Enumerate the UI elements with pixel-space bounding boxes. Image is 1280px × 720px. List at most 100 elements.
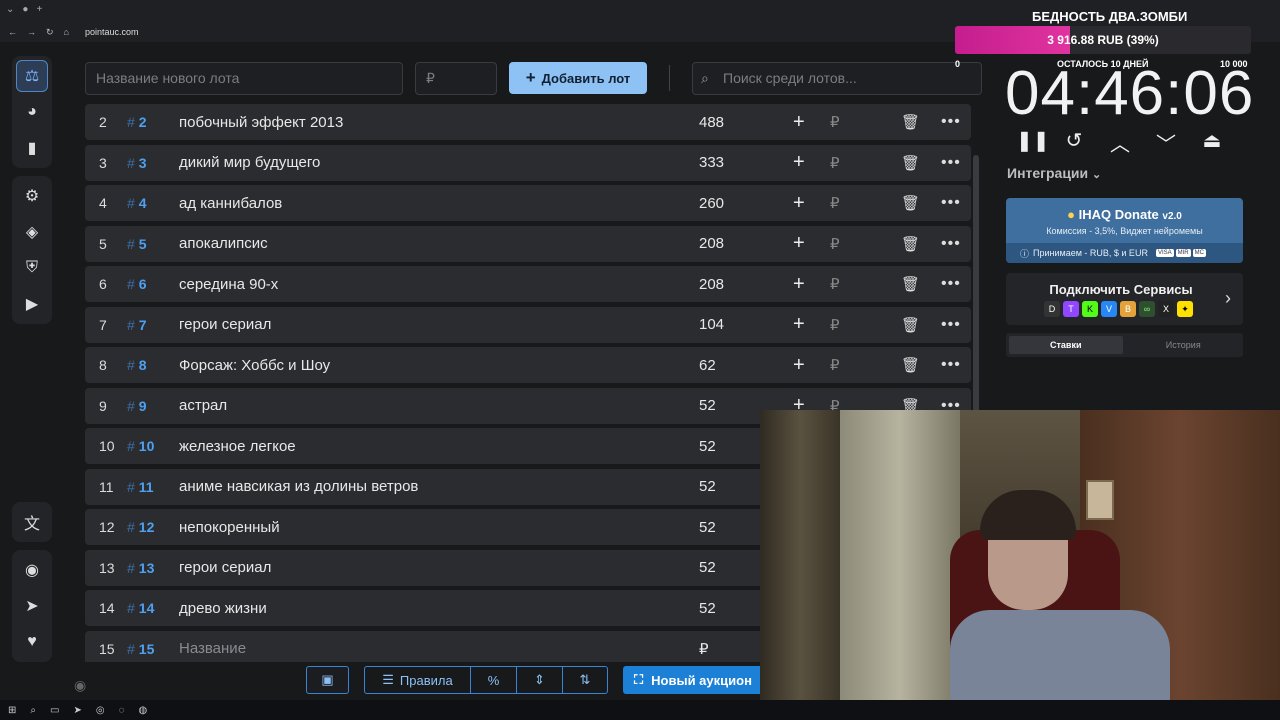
lot-name[interactable]: середина 90-х (179, 276, 278, 293)
settings-gear-icon[interactable]: ⚙ (16, 180, 48, 212)
delete-icon[interactable]: 🗑 (901, 235, 920, 253)
lot-name[interactable]: железное легкое (179, 438, 296, 455)
lot-name[interactable]: герои сериал (179, 316, 271, 333)
auction-hammer-icon[interactable]: ⚖ (16, 60, 48, 92)
connect-services-card[interactable]: Подключить Сервисы D T K V B ∞ X ✦ › (1006, 273, 1243, 325)
more-options-icon[interactable]: ••• (941, 194, 961, 212)
new-lot-price-input[interactable] (415, 61, 497, 95)
lot-tag[interactable]: #9 (127, 398, 147, 414)
tab-bets[interactable]: Ставки (1009, 336, 1123, 354)
lot-row[interactable]: 8 #8 Форсаж: Хоббс и Шоу 62 + ₽ 🗑 ••• (85, 347, 971, 383)
lot-row[interactable]: 7 #7 герои сериал 104 + ₽ 🗑 ••• (85, 306, 971, 343)
lot-name[interactable]: Название (179, 640, 246, 657)
url-text[interactable]: pointauc.com (85, 27, 139, 37)
add-amount-icon[interactable]: + (793, 232, 805, 255)
ruble-icon[interactable]: ₽ (830, 194, 840, 212)
file-explorer-icon[interactable]: ▭ (50, 705, 59, 716)
windows-start-icon[interactable]: ⊞ (8, 705, 16, 716)
lot-amount[interactable]: 260 (699, 195, 724, 212)
tab-history[interactable]: История (1127, 336, 1241, 354)
ruble-icon[interactable]: ₽ (830, 356, 840, 374)
lot-name[interactable]: астрал (179, 397, 227, 414)
lot-tag[interactable]: #3 (127, 155, 147, 171)
lot-amount[interactable]: 52 (699, 397, 716, 414)
lot-tag[interactable]: #12 (127, 519, 154, 535)
donate-hand-icon[interactable]: ♥ (16, 626, 48, 658)
add-lot-button[interactable]: + Добавить лот (509, 62, 647, 94)
wheel-pie-icon[interactable]: ◕ (16, 96, 48, 128)
delete-icon[interactable]: 🗑 (901, 356, 920, 374)
lot-name[interactable]: ад каннибалов (179, 195, 282, 212)
eject-icon[interactable]: ⏏ (1200, 128, 1224, 157)
new-tab-button[interactable]: + (36, 4, 42, 15)
lot-tag[interactable]: #6 (127, 276, 147, 292)
new-auction-button[interactable]: ⛶ Новый аукцион (623, 666, 763, 694)
app-taskbar-icon[interactable]: ◌ (119, 705, 125, 716)
lot-amount[interactable]: 104 (699, 316, 724, 333)
ruble-icon[interactable]: ₽ (830, 113, 840, 131)
lot-name[interactable]: непокоренный (179, 519, 280, 536)
video-library-icon[interactable]: ▶ (16, 288, 48, 320)
save-button[interactable]: ▣ (306, 666, 349, 694)
add-amount-icon[interactable]: + (793, 151, 805, 174)
add-amount-icon[interactable]: + (793, 192, 805, 215)
lot-amount[interactable]: 208 (699, 276, 724, 293)
new-lot-name-input[interactable] (85, 61, 403, 95)
split-button[interactable]: ⇕ (517, 667, 563, 693)
chevron-down-icon[interactable]: ﹀ (1154, 128, 1178, 157)
lot-name[interactable]: герои сериал (179, 559, 271, 576)
add-amount-icon[interactable]: + (793, 273, 805, 296)
lot-row[interactable]: 6 #6 середина 90-х 208 + ₽ 🗑 ••• (85, 266, 971, 302)
add-amount-icon[interactable]: + (793, 111, 805, 134)
lot-amount[interactable]: 488 (699, 114, 724, 131)
lot-name[interactable]: апокалипсис (179, 235, 268, 252)
lot-tag[interactable]: #8 (127, 357, 147, 373)
delete-icon[interactable]: 🗑 (901, 275, 920, 293)
reset-icon[interactable]: ↺ (1062, 128, 1086, 157)
lot-row[interactable]: 4 #4 ад каннибалов 260 + ₽ 🗑 ••• (85, 185, 971, 221)
rules-button[interactable]: ☰ Правила (365, 667, 471, 693)
taskbar-search-icon[interactable]: ⌕ (30, 705, 36, 716)
add-amount-icon[interactable]: + (793, 313, 805, 336)
lot-tag[interactable]: #7 (127, 317, 147, 333)
lot-amount[interactable]: 52 (699, 438, 716, 455)
chevron-up-icon[interactable]: ︿ (1108, 128, 1132, 157)
lot-amount[interactable]: 52 (699, 600, 716, 617)
lot-row[interactable]: 2 #2 побочный эффект 2013 488 + ₽ 🗑 ••• (85, 104, 971, 140)
translate-icon[interactable]: 文 (16, 506, 48, 538)
delete-icon[interactable]: 🗑 (901, 113, 920, 131)
integrations-toggle[interactable]: Интеграции ⌄ (1007, 165, 1101, 181)
lot-tag[interactable]: #10 (127, 438, 154, 454)
lot-row[interactable]: 3 #3 дикий мир будущего 333 + ₽ 🗑 ••• (85, 144, 971, 181)
more-options-icon[interactable]: ••• (941, 316, 961, 334)
lot-name[interactable]: дикий мир будущего (179, 154, 320, 171)
search-input[interactable] (692, 61, 982, 95)
lot-tag[interactable]: #11 (127, 479, 154, 495)
forward-icon[interactable]: → (27, 27, 36, 37)
lot-name[interactable]: побочный эффект 2013 (179, 114, 343, 131)
reload-icon[interactable]: ↻ (46, 27, 54, 38)
delete-icon[interactable]: 🗑 (901, 154, 920, 172)
lot-name[interactable]: аниме навсикая из долины ветров (179, 478, 418, 495)
more-options-icon[interactable]: ••• (941, 154, 961, 172)
lot-name[interactable]: Форсаж: Хоббс и Шоу (179, 357, 330, 374)
ihaq-donate-card[interactable]: ● IHAQ Donate v2.0 Комиссия - 3,5%, Видж… (1006, 198, 1243, 263)
lot-name[interactable]: древо жизни (179, 600, 267, 617)
lot-tag[interactable]: #5 (127, 236, 147, 252)
lot-amount[interactable]: 62 (699, 357, 716, 374)
lot-tag[interactable]: #13 (127, 560, 154, 576)
delete-icon[interactable]: 🗑 (901, 194, 920, 212)
chrome-taskbar-icon[interactable]: ◎ (96, 705, 105, 716)
percent-button[interactable]: % (471, 667, 517, 693)
app2-taskbar-icon[interactable]: ◍ (139, 705, 148, 716)
stats-bar-icon[interactable]: ▮ (16, 132, 48, 164)
ruble-icon[interactable]: ₽ (830, 275, 840, 293)
lot-tag[interactable]: #14 (127, 600, 154, 616)
tab-favicon[interactable]: ● (22, 4, 28, 15)
lot-amount[interactable]: 52 (699, 559, 716, 576)
pause-icon[interactable]: ❚❚ (1016, 128, 1050, 157)
lot-amount[interactable]: 52 (699, 519, 716, 536)
lot-amount[interactable]: 333 (699, 154, 724, 171)
tab-icon[interactable]: ⌄ (6, 4, 14, 15)
telegram-taskbar-icon[interactable]: ➤ (73, 705, 81, 716)
